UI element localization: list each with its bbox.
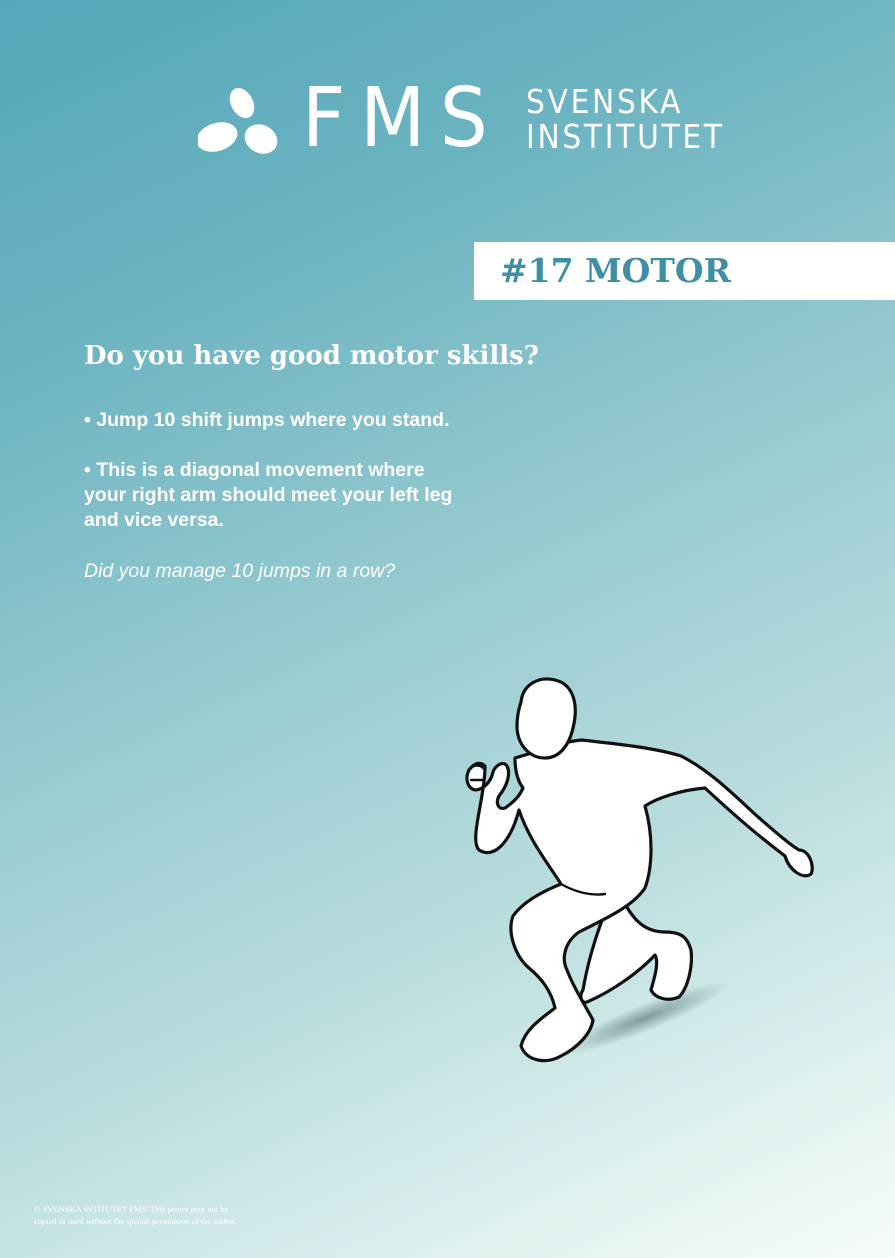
logo-brand-text: FMS	[302, 71, 503, 166]
logo-subtitle-line-2: INSTITUTET	[526, 117, 725, 156]
section-heading: Do you have good motor skills?	[84, 341, 539, 371]
instruction-bullet-1: • Jump 10 shift jumps where you stand.	[84, 409, 450, 431]
closing-question: Did you manage 10 jumps in a row?	[84, 560, 396, 582]
logo-subtitle-line-1: SVENSKA	[526, 82, 684, 121]
logo-subtitle: SVENSKA INSTITUTET	[526, 84, 725, 154]
copyright-notice: © SVENSKA INTITUTET FMS. This poster may…	[34, 1204, 237, 1226]
brand-logo: FMS SVENSKA INSTITUTET	[198, 74, 722, 168]
jumping-person-illustration	[465, 677, 814, 1063]
three-petal-logo-icon	[198, 87, 278, 154]
figure-head	[515, 677, 577, 760]
instruction-bullet-2: • This is a diagonal movement where your…	[84, 459, 453, 531]
title-banner: #17 MOTOR	[474, 242, 895, 300]
page-title: #17 MOTOR	[500, 251, 732, 290]
